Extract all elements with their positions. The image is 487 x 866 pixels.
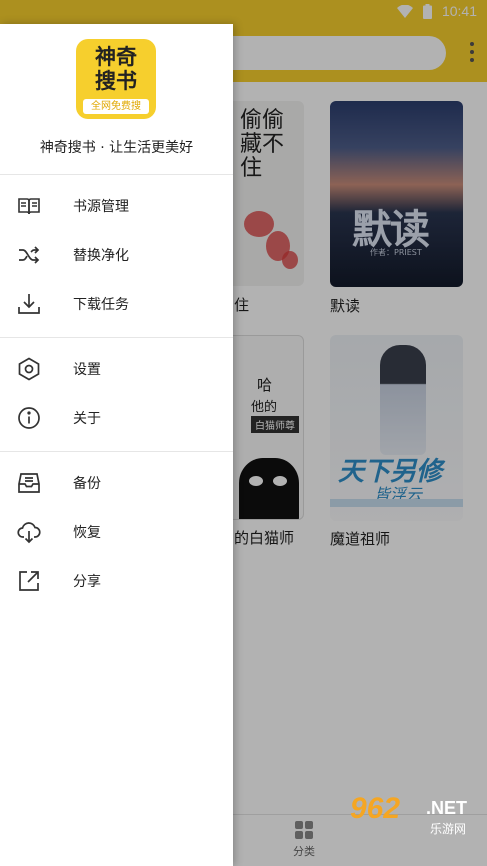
menu-item-book-sources[interactable]: 书源管理 bbox=[0, 182, 233, 231]
menu-item-label: 设置 bbox=[73, 362, 101, 378]
menu-item-label: 下载任务 bbox=[73, 297, 129, 313]
divider bbox=[0, 174, 233, 175]
divider bbox=[0, 451, 233, 452]
watermark-number: 962 bbox=[350, 792, 401, 825]
logo-subtitle: 全网免费搜 bbox=[83, 99, 149, 114]
info-icon bbox=[18, 407, 40, 429]
shuffle-icon bbox=[19, 246, 40, 264]
menu-item-label: 替换净化 bbox=[73, 248, 129, 264]
menu-item-settings[interactable]: 设置 bbox=[0, 345, 233, 394]
divider bbox=[0, 337, 233, 338]
logo-text: 神奇 bbox=[95, 44, 137, 69]
menu-item-restore[interactable]: 恢复 bbox=[0, 508, 233, 557]
cloud-download-icon bbox=[17, 522, 41, 544]
menu-item-label: 备份 bbox=[73, 476, 101, 492]
menu-item-label: 恢复 bbox=[73, 525, 101, 541]
menu-item-label: 关于 bbox=[73, 411, 101, 427]
menu-item-backup[interactable]: 备份 bbox=[0, 459, 233, 508]
navigation-drawer: 神奇 搜书 全网免费搜 神奇搜书 · 让生活更美好 书源管理 替换净化 下载任务… bbox=[0, 24, 233, 866]
share-external-icon bbox=[19, 571, 39, 591]
app-logo: 神奇 搜书 全网免费搜 bbox=[76, 39, 156, 119]
app-slogan: 神奇搜书 · 让生活更美好 bbox=[39, 140, 194, 156]
book-open-icon bbox=[18, 198, 40, 215]
menu-item-about[interactable]: 关于 bbox=[0, 394, 233, 443]
menu-item-label: 书源管理 bbox=[73, 199, 129, 215]
inbox-backup-icon bbox=[18, 473, 40, 493]
site-watermark: 962 .NET 乐游网 bbox=[346, 790, 484, 840]
watermark-site: 乐游网 bbox=[430, 822, 467, 836]
logo-text: 搜书 bbox=[95, 68, 137, 93]
download-icon bbox=[18, 294, 40, 314]
menu-item-share[interactable]: 分享 bbox=[0, 557, 233, 606]
menu-item-download-tasks[interactable]: 下载任务 bbox=[0, 280, 233, 329]
watermark-net: .NET bbox=[426, 798, 468, 818]
hexagon-settings-icon bbox=[18, 357, 40, 381]
menu-item-label: 分享 bbox=[73, 574, 101, 590]
menu-item-replace-purify[interactable]: 替换净化 bbox=[0, 231, 233, 280]
